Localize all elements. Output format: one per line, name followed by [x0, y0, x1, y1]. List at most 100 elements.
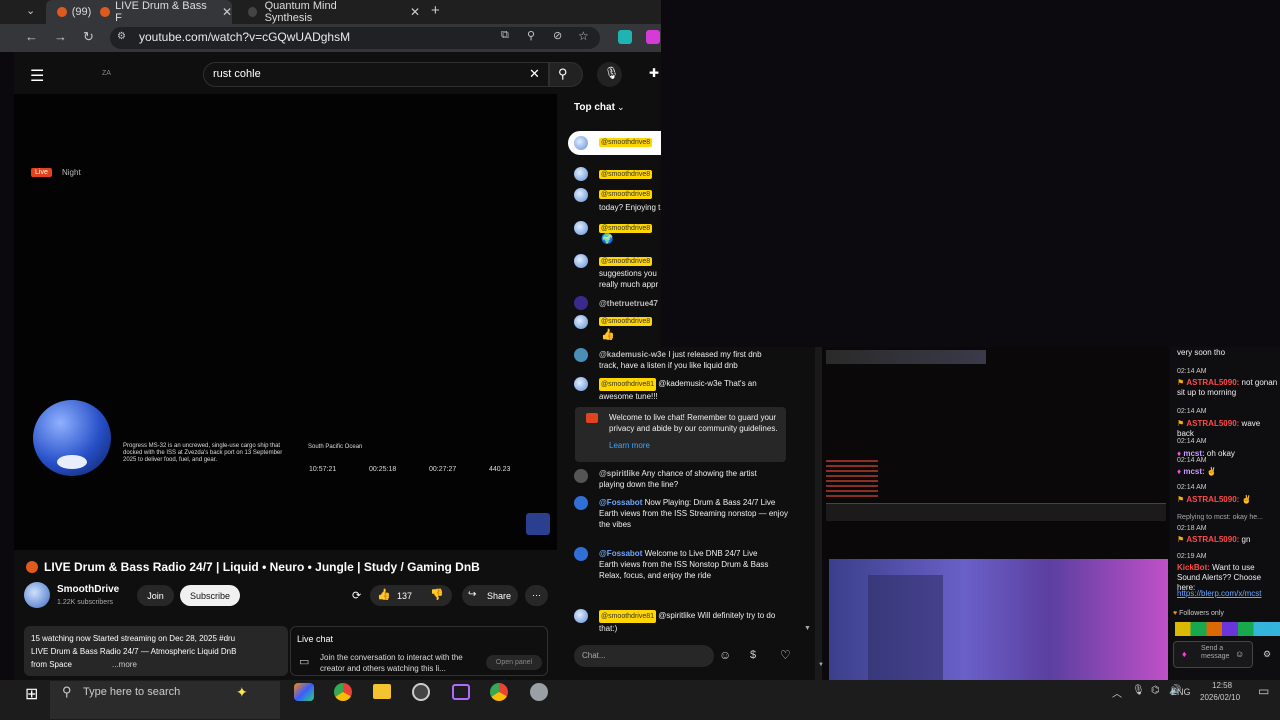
file-explorer-icon[interactable]	[373, 684, 391, 699]
tab-youtube[interactable]: (99) LIVE Drum & Bass F ✕	[46, 0, 232, 24]
channel-avatar[interactable]	[24, 582, 50, 608]
chat-time: 02:14 AM	[1177, 438, 1207, 445]
super-chat-icon[interactable]: $	[750, 649, 756, 661]
tab-search-icon[interactable]: ⌄	[26, 4, 35, 17]
heart-icon[interactable]: ♡	[780, 648, 791, 662]
chat-message: ⚑ ASTRAL5090: not gonan sit up to mornin…	[1177, 378, 1278, 397]
site-info-icon[interactable]: ⚙	[117, 31, 126, 42]
settings-icon[interactable]: ⚙	[1263, 649, 1271, 660]
chat-bubble-icon: ▭	[299, 656, 310, 668]
clear-search-icon[interactable]: ✕	[529, 66, 540, 82]
channel-watermark-icon[interactable]	[526, 513, 550, 535]
avatar	[574, 254, 588, 268]
chat-message: suggestions you really much appr	[599, 269, 659, 289]
snipping-tool-icon[interactable]	[452, 684, 470, 700]
mic-tray-icon[interactable]: 🎙	[1132, 685, 1145, 696]
chat-time: 02:14 AM	[1177, 368, 1207, 375]
chat-message: today? Enjoying t	[599, 203, 661, 212]
close-tab-icon[interactable]: ✕	[410, 5, 420, 19]
windows-start-icon[interactable]: ⊞	[25, 684, 38, 704]
app-icon[interactable]	[530, 683, 548, 701]
top-chat-selector[interactable]: Top chat	[574, 102, 615, 113]
chat-author[interactable]: @smoothdrive8	[599, 224, 653, 233]
avatar	[574, 377, 588, 391]
search-icon: ⚲	[558, 66, 568, 81]
create-icon[interactable]: ✚	[649, 66, 659, 80]
bits-icon[interactable]: ♦	[1182, 649, 1187, 659]
chat-time: 02:18 AM	[1177, 525, 1207, 532]
zoom-icon[interactable]: ⚲	[527, 29, 535, 42]
chat-message: very soon tho	[1177, 348, 1226, 357]
chat-placeholder: Chat...	[582, 651, 606, 660]
emote-bar[interactable]	[1175, 622, 1280, 636]
language-indicator[interactable]: ENG	[1171, 687, 1191, 697]
description-meta: 15 watching now Started streaming on Dec…	[31, 634, 236, 643]
youtube-logo[interactable]: ZA	[102, 70, 111, 77]
eye-off-icon[interactable]: ⊘	[553, 29, 562, 42]
emoji-picker-icon[interactable]: ☺	[719, 648, 731, 662]
network-icon[interactable]: ⌬	[1151, 685, 1160, 696]
install-icon[interactable]: ⧉	[501, 29, 509, 42]
remix-icon[interactable]: ⟳	[352, 589, 361, 602]
chrome-icon[interactable]	[490, 683, 508, 701]
channel-name[interactable]: SmoothDrive	[57, 584, 119, 595]
avatar	[574, 348, 588, 362]
search-icon: ⚲	[62, 684, 72, 699]
like-icon[interactable]: 👍	[377, 588, 391, 601]
avatar	[574, 609, 588, 623]
search-input[interactable]: rust cohle	[213, 68, 261, 80]
url-text[interactable]: youtube.com/watch?v=cGQwUADghsM	[139, 30, 350, 44]
tab-favicon-icon	[248, 7, 257, 17]
forward-icon[interactable]: →	[54, 29, 67, 44]
chat-message: @Fossabot Now Playing: Drum & Bass 24/7 …	[599, 498, 788, 529]
game-hud	[826, 350, 986, 364]
obs-icon[interactable]	[412, 683, 430, 701]
clock-time[interactable]: 12:58	[1212, 681, 1232, 690]
notifications-icon[interactable]: ▭	[1258, 684, 1269, 698]
chat-time: 02:14 AM	[1177, 484, 1207, 491]
copilot-icon[interactable]	[294, 683, 314, 701]
avatar	[574, 136, 588, 150]
join-button[interactable]: Join	[137, 585, 174, 606]
chat-author[interactable]: @smoothdrive8	[599, 190, 653, 199]
extension-icon[interactable]	[618, 30, 632, 44]
back-icon[interactable]: ←	[25, 29, 38, 44]
avatar	[574, 188, 588, 202]
scroll-arrow-icon[interactable]: ▼	[818, 662, 824, 668]
chat-author[interactable]: @smoothdrive8	[599, 257, 653, 266]
tray-chevron-icon[interactable]: ︿	[1112, 685, 1122, 700]
reload-icon[interactable]: ↻	[83, 29, 94, 45]
tab-quantum[interactable]: Quantum Mind Synthesis ✕	[240, 0, 420, 24]
sparkle-icon: ✦	[236, 684, 248, 700]
chat-link[interactable]: https://blerp.com/x/mcst	[1177, 589, 1261, 599]
chat-author[interactable]: @smoothdrive8	[599, 170, 653, 179]
new-tab-button[interactable]: +	[431, 2, 440, 19]
chevron-down-icon[interactable]: ⌄	[617, 102, 625, 113]
game-log	[826, 460, 878, 500]
more-actions-icon[interactable]: ⋯	[525, 585, 548, 606]
chat-author[interactable]: @smoothdrive8	[599, 138, 653, 147]
learn-more-link[interactable]: Learn more	[609, 441, 650, 450]
open-panel-button[interactable]: Open panel	[486, 655, 542, 670]
scrollbar[interactable]	[815, 347, 822, 680]
close-tab-icon[interactable]: ✕	[222, 5, 232, 19]
scroll-down-icon[interactable]: ▼	[804, 625, 811, 632]
extension-icon[interactable]	[646, 30, 660, 44]
reply-context: Replying to mcst: okay he...	[1177, 514, 1263, 521]
chat-message: ⚑ ASTRAL5090: wave back	[1177, 419, 1261, 438]
thumbs-up-icon: 👍	[601, 329, 615, 341]
show-more-link[interactable]: ...more	[112, 660, 137, 669]
video-player[interactable]	[14, 94, 557, 550]
send-placeholder: Send a message	[1201, 645, 1230, 660]
chrome-icon[interactable]	[334, 683, 352, 701]
chat-author[interactable]: @thetruetrue47	[599, 298, 658, 309]
menu-icon[interactable]: ☰	[30, 66, 44, 86]
dislike-icon[interactable]: 👎	[430, 588, 444, 601]
subscribe-button[interactable]: Subscribe	[180, 585, 240, 606]
chat-author[interactable]: @smoothdrive8	[599, 317, 653, 326]
emote-picker-icon[interactable]: ☺	[1235, 649, 1244, 659]
bookmark-star-icon[interactable]: ☆	[578, 29, 589, 43]
chat-message: ⚑ ASTRAL5090: ✌	[1177, 495, 1252, 504]
description-line: from Space	[31, 660, 72, 669]
clock-date[interactable]: 2026/02/10	[1200, 693, 1240, 702]
